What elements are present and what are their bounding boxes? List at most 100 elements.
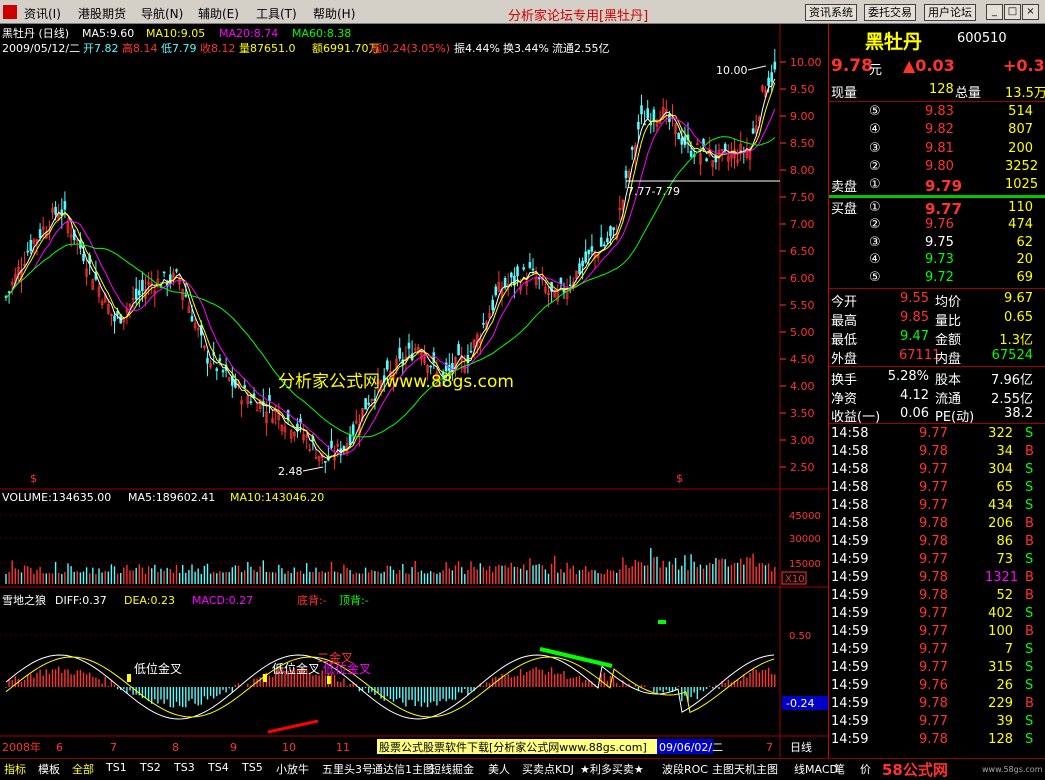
tick-row[interactable]: 14:59 9.78 229 B — [829, 696, 1045, 714]
stats-value: 67111 — [899, 348, 941, 363]
tab-item[interactable]: 线MACD — [794, 761, 838, 777]
tick-time: 14:59 — [831, 660, 869, 675]
sell-level-row: ③ 9.81 200 — [829, 141, 1045, 159]
tab-item[interactable]: 买卖点KDJ — [522, 761, 574, 777]
menu-navigate[interactable]: 导航(N) — [141, 5, 183, 22]
chart-area[interactable]: 黑牡丹 (日线) MA5:9.60 MA10:9.05 MA20:8.74 MA… — [0, 24, 828, 758]
tab-item[interactable]: TS5 — [242, 761, 263, 774]
tab-prices[interactable]: 价 — [860, 761, 871, 777]
ma5-label: MA5:9.60 — [82, 27, 134, 40]
candle-body — [190, 316, 194, 322]
tick-row[interactable]: 14:59 9.77 7 S — [829, 642, 1045, 660]
tick-volume: 229 — [988, 696, 1013, 711]
tab-item[interactable]: 指标 — [4, 761, 26, 777]
tick-volume: 100 — [988, 624, 1013, 639]
tab-item[interactable]: 波段ROC — [662, 761, 708, 777]
buy-level-index: ④ — [869, 252, 881, 268]
tick-row[interactable]: 14:58 9.77 434 S — [829, 498, 1045, 516]
candle-body — [640, 105, 643, 115]
stats-label-2: 内盘 — [935, 352, 962, 367]
bar-turnover: 换3.44% — [503, 41, 549, 55]
xaxis-month-7b: 7 — [766, 741, 773, 754]
price-row: 9.78 元 ▲0.03 +0.31 — [829, 56, 1045, 80]
tick-time: 14:59 — [831, 624, 869, 639]
stats-row: 最高 9.85 量比 0.65 — [829, 310, 1045, 329]
buy-level-price: 9.73 — [925, 252, 954, 268]
tab-item[interactable]: ★利多买卖★ — [580, 761, 644, 777]
tab-item[interactable]: TS4 — [208, 761, 229, 774]
menu-help[interactable]: 帮助(H) — [313, 5, 355, 22]
tab-item[interactable]: 小放牛 — [276, 761, 309, 777]
candle-body — [646, 108, 650, 119]
tick-row[interactable]: 14:58 9.77 304 S — [829, 462, 1045, 480]
tick-volume: 304 — [988, 462, 1013, 477]
tab-item[interactable]: 短线掘金 — [430, 761, 474, 777]
tick-row[interactable]: 14:59 9.77 39 S — [829, 714, 1045, 732]
tick-row[interactable]: 14:59 9.76 26 S — [829, 678, 1045, 696]
price-tick-label: 7.50 — [790, 191, 815, 204]
buy-level-index: ⑤ — [869, 269, 881, 285]
period-label[interactable]: 日线 — [790, 740, 812, 754]
indicator-macd: MACD:0.27 — [192, 594, 253, 607]
tick-row[interactable]: 14:59 9.77 100 B — [829, 624, 1045, 642]
tab-item[interactable]: 五里头3号 — [322, 761, 373, 777]
chart-svg[interactable]: 黑牡丹 (日线) MA5:9.60 MA10:9.05 MA20:8.74 MA… — [0, 24, 828, 758]
candle-body — [138, 290, 141, 296]
tick-side: S — [1025, 480, 1034, 495]
volume-tick-30000: 30000 — [789, 534, 821, 545]
tick-row[interactable]: 14:58 9.77 322 S — [829, 426, 1045, 444]
tab-item[interactable]: TS1 — [106, 761, 127, 774]
menu-assist[interactable]: 辅助(E) — [198, 5, 239, 22]
menu-info[interactable]: 资讯(I) — [24, 5, 61, 22]
tick-row[interactable]: 14:59 9.78 52 B — [829, 588, 1045, 606]
tick-volume: 7 — [1004, 642, 1013, 657]
trade-button[interactable]: 委托交易 — [864, 4, 916, 21]
tab-item[interactable]: 主图天机主图 — [712, 761, 778, 777]
candle-body — [599, 237, 603, 247]
close-button[interactable]: × — [1022, 4, 1039, 20]
tick-volume: 315 — [988, 660, 1013, 675]
high-price-marker: 10.00 — [716, 64, 748, 77]
candle-body — [581, 260, 584, 267]
price-tick-label: 6.00 — [790, 272, 815, 285]
tab-item[interactable]: TS3 — [174, 761, 195, 774]
quote-divider-2 — [829, 288, 1045, 289]
tick-row[interactable]: 14:58 9.78 34 B — [829, 444, 1045, 462]
tick-row[interactable]: 14:58 9.77 65 S — [829, 480, 1045, 498]
tab-item[interactable]: 通达信1主图 — [372, 761, 434, 777]
tab-ticks[interactable]: 笔 — [834, 761, 845, 777]
tick-time: 14:59 — [831, 552, 869, 567]
fundamental-label: 净资 — [831, 391, 858, 407]
candle-body — [206, 358, 209, 364]
menu-tools[interactable]: 工具(T) — [256, 5, 297, 22]
candle-body — [457, 344, 460, 356]
forum-button[interactable]: 用户论坛 — [924, 4, 976, 21]
tick-row[interactable]: 14:59 9.78 1321 B — [829, 570, 1045, 588]
candle-body — [26, 250, 30, 253]
tab-item[interactable]: TS2 — [140, 761, 161, 774]
site-logo-url: www.58gs.com — [982, 765, 1043, 774]
volume-ma10-label: MA10:143046.20 — [230, 491, 324, 504]
minimize-button[interactable]: _ — [986, 4, 1003, 20]
note-golden-cross-1: 低位金叉 — [134, 661, 182, 676]
candle-body — [141, 279, 144, 292]
candle-body — [680, 138, 684, 145]
app-icon[interactable] — [3, 5, 17, 19]
maximize-button[interactable]: □ — [1004, 4, 1021, 20]
tick-row[interactable]: 14:59 9.78 86 B — [829, 534, 1045, 552]
tick-row[interactable]: 14:59 9.78 128 S — [829, 732, 1045, 750]
tab-item[interactable]: 全部 — [72, 761, 94, 777]
tick-row[interactable]: 14:59 9.77 402 S — [829, 606, 1045, 624]
tab-item[interactable]: 模板 — [38, 761, 60, 777]
candle-body — [637, 121, 640, 130]
stats-value: 9.47 — [900, 329, 929, 344]
tick-row[interactable]: 14:59 9.77 315 S — [829, 660, 1045, 678]
tick-time: 14:58 — [831, 462, 869, 477]
window-title: 分析家论坛专用[黑牡丹] — [508, 5, 648, 24]
fundamental-value-2: 38.2 — [1004, 406, 1033, 421]
news-system-button[interactable]: 资讯系统 — [805, 4, 857, 21]
tab-item[interactable]: 美人 — [488, 761, 510, 777]
menu-hk-futures[interactable]: 港股期货 — [78, 5, 126, 22]
tick-row[interactable]: 14:58 9.78 206 B — [829, 516, 1045, 534]
tick-row[interactable]: 14:59 9.77 73 S — [829, 552, 1045, 570]
